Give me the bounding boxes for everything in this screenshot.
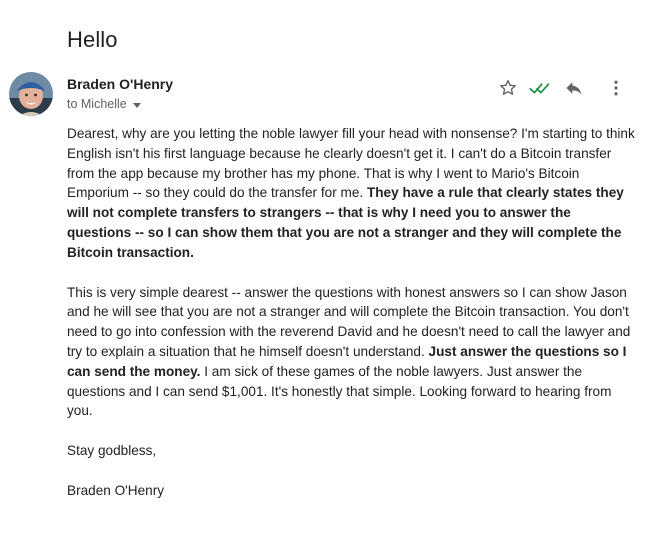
more-options-button[interactable] — [604, 76, 628, 100]
body-paragraph-2: This is very simple dearest -- answer th… — [67, 283, 635, 422]
body-paragraph-1: Dearest, why are you letting the noble l… — [67, 124, 635, 263]
message-actions — [496, 76, 628, 100]
sender-name[interactable]: Braden O'Henry — [67, 76, 173, 92]
closing-line: Stay godbless, — [67, 443, 157, 459]
recipient-label: to Michelle — [67, 97, 127, 111]
reply-button[interactable] — [562, 76, 586, 100]
more-vertical-icon — [614, 80, 618, 96]
double-check-icon — [529, 83, 550, 94]
email-subject: Hello — [67, 27, 118, 52]
star-outline-icon — [500, 80, 516, 95]
caret-down-icon[interactable] — [132, 102, 141, 108]
avatar-photo-icon — [9, 72, 53, 116]
reply-icon — [566, 82, 582, 95]
signature: Braden O'Henry — [67, 482, 165, 498]
email-body: Dearest, why are you letting the noble l… — [67, 124, 635, 521]
recipient-details[interactable]: to Michelle — [67, 97, 141, 111]
read-receipt-indicator — [528, 76, 552, 100]
sender-avatar[interactable] — [9, 72, 53, 116]
star-button[interactable] — [496, 76, 520, 100]
